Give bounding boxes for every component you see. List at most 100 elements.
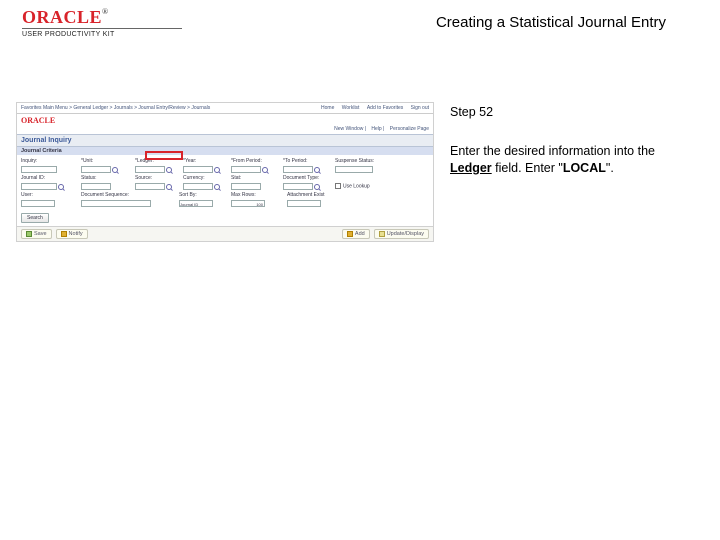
instruction-pane: Step 52 Enter the desired information in…: [450, 102, 700, 177]
sort-by-cell: Journal ID: [179, 200, 227, 207]
lbl-use-lookup: [335, 175, 403, 181]
journal-id-cell: [21, 183, 77, 190]
from-period-input[interactable]: [231, 166, 261, 173]
link-help[interactable]: Help: [371, 126, 381, 132]
lbl-user: User:: [21, 192, 77, 198]
lbl-attach: Attachment Exist: [287, 192, 359, 198]
source-cell: [135, 183, 179, 190]
add-label: Add: [355, 231, 365, 237]
page-title: Creating a Statistical Journal Entry: [182, 8, 700, 31]
suspense-input[interactable]: [335, 166, 373, 173]
link-home[interactable]: Home: [321, 105, 334, 111]
attach-cell: [287, 200, 359, 207]
status-input[interactable]: [81, 183, 111, 190]
stat-input[interactable]: [231, 183, 261, 190]
link-signout[interactable]: Sign out: [411, 105, 429, 111]
doc-seq-cell: [81, 200, 175, 207]
link-favorites[interactable]: Add to Favorites: [367, 105, 403, 111]
notify-button[interactable]: Notify: [56, 229, 88, 239]
unit-input[interactable]: [81, 166, 111, 173]
lookup-icon[interactable]: [214, 167, 220, 173]
link-worklist[interactable]: Worklist: [342, 105, 360, 111]
inquiry-cell: [21, 166, 77, 173]
lbl-inquiry: Inquiry:: [21, 158, 77, 164]
inquiry-input[interactable]: [21, 166, 57, 173]
link-personalize[interactable]: Personalize Page: [390, 126, 429, 132]
unit-cell: [81, 166, 131, 173]
lbl-from-period: *From Period:: [231, 158, 279, 164]
lookup-icon[interactable]: [112, 167, 118, 173]
lbl-source: Source:: [135, 175, 179, 181]
notify-icon: [61, 231, 67, 237]
use-lookup-text: Use Lookup: [343, 183, 370, 189]
ss-topbar: Favorites Main Menu > General Ledger > J…: [17, 103, 433, 114]
main-content: Favorites Main Menu > General Ledger > J…: [0, 42, 720, 242]
update-icon: [379, 231, 385, 237]
doc-seq-input[interactable]: [81, 200, 151, 207]
save-button[interactable]: Save: [21, 229, 52, 239]
criteria-header: Journal Criteria: [17, 147, 433, 155]
stat-cell: [231, 183, 279, 190]
ss-footer: Save Notify Add Update/Display: [17, 226, 433, 241]
max-rows-cell: 100: [231, 200, 283, 207]
lookup-icon[interactable]: [314, 184, 320, 190]
lbl-to-period: *To Period:: [283, 158, 331, 164]
page-header: ORACLE® USER PRODUCTIVITY KIT Creating a…: [0, 0, 720, 42]
use-lookup-cell: Use Lookup: [335, 183, 403, 190]
trademark-symbol: ®: [102, 7, 108, 16]
app-screenshot: Favorites Main Menu > General Ledger > J…: [16, 102, 434, 242]
section-heading: Journal Inquiry: [21, 137, 429, 144]
suspense-cell: [335, 166, 403, 173]
oracle-wordmark: ORACLE®: [22, 8, 182, 26]
year-input[interactable]: [183, 166, 213, 173]
step-label: Step 52: [450, 104, 700, 121]
use-lookup-checkbox[interactable]: [335, 183, 341, 189]
doc-type-input[interactable]: [283, 183, 313, 190]
oracle-text: ORACLE: [22, 7, 102, 27]
add-button[interactable]: Add: [342, 229, 370, 239]
instr-value: LOCAL: [563, 161, 606, 175]
lbl-journal-id: Journal ID:: [21, 175, 77, 181]
lbl-year: *Year:: [183, 158, 227, 164]
doc-type-cell: [283, 183, 331, 190]
sort-by-input[interactable]: Journal ID: [179, 200, 213, 207]
source-input[interactable]: [135, 183, 165, 190]
journal-id-input[interactable]: [21, 183, 57, 190]
lbl-stat: Stat:: [231, 175, 279, 181]
max-rows-input[interactable]: 100: [231, 200, 265, 207]
lookup-icon[interactable]: [166, 167, 172, 173]
section-band: Journal Inquiry: [17, 134, 433, 147]
user-input[interactable]: [21, 200, 55, 207]
lookup-icon[interactable]: [58, 184, 64, 190]
lbl-sort-by: Sort By:: [179, 192, 227, 198]
lookup-icon[interactable]: [262, 167, 268, 173]
lookup-icon[interactable]: [314, 167, 320, 173]
status-cell: [81, 183, 131, 190]
currency-cell: [183, 183, 227, 190]
upk-subline: USER PRODUCTIVITY KIT: [22, 28, 182, 38]
currency-input[interactable]: [183, 183, 213, 190]
ledger-input[interactable]: [135, 166, 165, 173]
top-nav-links: Home Worklist Add to Favorites Sign out: [315, 105, 429, 111]
year-cell: [183, 166, 227, 173]
lbl-status: Status:: [81, 175, 131, 181]
instr-mid: field. Enter ": [492, 161, 563, 175]
oracle-upk-logo: ORACLE® USER PRODUCTIVITY KIT: [22, 8, 182, 38]
link-new-window[interactable]: New Window: [334, 126, 363, 132]
save-label: Save: [34, 231, 47, 237]
criteria-row3: User: Document Sequence: Sort By: Max Ro…: [17, 192, 433, 210]
instr-suffix: ".: [606, 161, 614, 175]
attach-input[interactable]: [287, 200, 321, 207]
ss-utility-links: New Window | Help | Personalize Page: [17, 126, 433, 134]
ss-logo-row: ORACLE: [17, 114, 433, 126]
search-button[interactable]: Search: [21, 213, 49, 223]
update-label: Update/Display: [387, 231, 424, 237]
save-icon: [26, 231, 32, 237]
to-period-input[interactable]: [283, 166, 313, 173]
update-display-button[interactable]: Update/Display: [374, 229, 429, 239]
ss-oracle-logo: ORACLE: [21, 116, 55, 125]
lookup-icon[interactable]: [214, 184, 220, 190]
lookup-icon[interactable]: [166, 184, 172, 190]
instr-prefix: Enter the desired information into the: [450, 144, 655, 158]
lbl-doc-type: Document Type:: [283, 175, 331, 181]
